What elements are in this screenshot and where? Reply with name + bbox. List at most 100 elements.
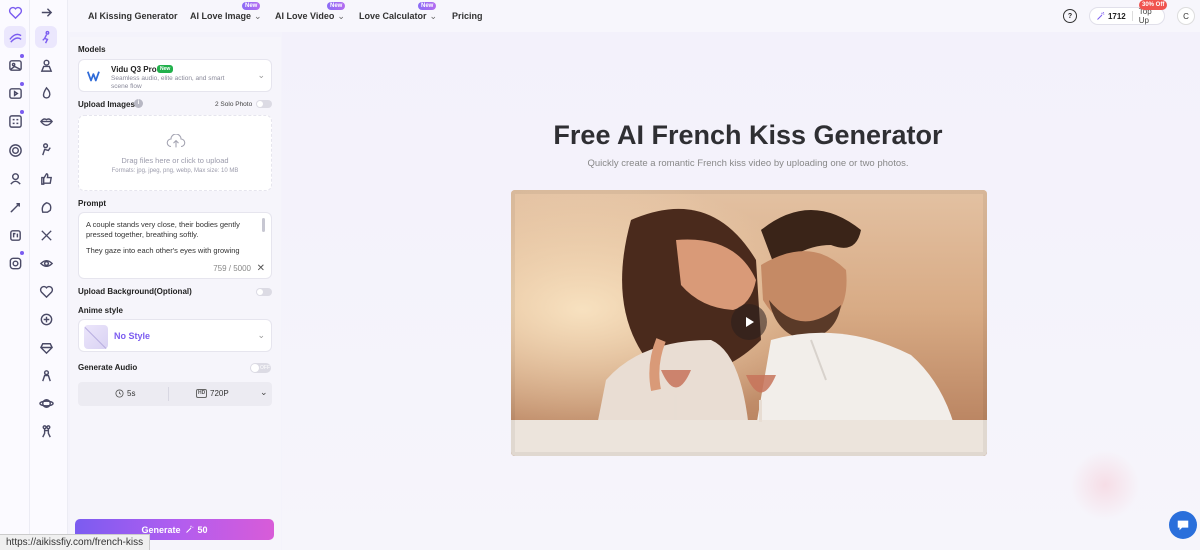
avatar[interactable]: C (1177, 7, 1195, 25)
chat-icon (1177, 520, 1189, 531)
group-tool-icon[interactable] (35, 364, 57, 386)
no-style-thumbnail (84, 325, 108, 349)
model-select[interactable]: Vidu Q3 Pro New Seamless audio, elite ac… (78, 59, 272, 92)
generator-panel: Models Vidu Q3 Pro New Seamless audio, e… (70, 37, 281, 550)
nav-love-calculator[interactable]: Love Calculator ⌄ (359, 11, 437, 22)
divider (168, 387, 169, 401)
prompt-textarea[interactable]: A couple stands very close, their bodies… (78, 212, 272, 279)
chevron-down-icon: ⌄ (257, 70, 265, 80)
vidu-logo-icon (87, 71, 100, 82)
ribbon-tool-icon[interactable] (35, 224, 57, 246)
play-icon (746, 317, 754, 327)
hug-tool-icon[interactable] (35, 138, 57, 160)
model-name: Vidu Q3 Pro (111, 65, 157, 74)
hd-icon: HD (196, 389, 208, 398)
prompt-text: A couple stands very close, their bodies… (86, 220, 262, 256)
anime-style-value: No Style (114, 331, 151, 341)
solo-photo-label: 2 Solo Photo (215, 101, 253, 108)
heart-tool-icon[interactable] (35, 280, 57, 302)
magic-wand-icon (185, 525, 193, 533)
resolution-select[interactable]: 720P (210, 389, 229, 398)
dance-tool-icon[interactable] (35, 308, 57, 330)
discount-badge: 30% Off (1139, 0, 1168, 10)
chevron-down-icon: ⌄ (429, 11, 438, 21)
chevron-down-icon[interactable]: ⌄ (260, 387, 268, 398)
new-badge: New (418, 2, 437, 10)
nav-ai-love-image[interactable]: AI Love Image ⌄ (190, 11, 262, 22)
upload-hint: Drag files here or click to upload (121, 156, 229, 165)
thumbs-up-tool-icon[interactable] (35, 167, 57, 189)
gem-tool-icon[interactable] (35, 336, 57, 358)
rocket-icon[interactable] (4, 196, 26, 218)
secondary-sidebar (30, 0, 68, 550)
models-label: Models (78, 45, 106, 54)
target-icon[interactable] (4, 139, 26, 161)
divider (1131, 11, 1133, 21)
primary-sidebar (0, 0, 30, 550)
generate-audio-toggle[interactable]: OFF (250, 363, 271, 373)
chat-support-button[interactable] (1169, 511, 1197, 539)
chevron-down-icon: ⌄ (337, 11, 345, 21)
sample-video[interactable] (511, 190, 987, 456)
main-content: Free AI French Kiss Generator Quickly cr… (282, 32, 1200, 550)
new-dot (20, 82, 24, 86)
head-tool-icon[interactable] (35, 196, 57, 218)
upload-background-label: Upload Background(Optional) (78, 287, 192, 296)
new-dot (20, 110, 24, 114)
upload-images-label: Upload Images (78, 100, 135, 109)
new-dot (20, 54, 24, 58)
upload-dropzone[interactable]: Drag files here or click to upload Forma… (78, 115, 272, 191)
arrow-right-icon[interactable] (35, 1, 57, 23)
prompt-scrollbar[interactable] (262, 218, 265, 232)
instagram-icon[interactable] (4, 252, 26, 274)
eye-tool-icon[interactable] (35, 252, 57, 274)
video-options: 5s HD 720P ⌄ (78, 382, 272, 406)
ai-chip-icon[interactable] (4, 224, 26, 246)
prompt-line: A couple stands very close, their bodies… (86, 220, 240, 239)
chevron-down-icon: ⌄ (257, 330, 265, 340)
help-circle-icon[interactable]: ? (1063, 9, 1077, 23)
new-dot (20, 251, 24, 255)
magic-wand-icon (1097, 11, 1105, 20)
model-new-badge: New (157, 65, 174, 73)
page-title: Free AI French Kiss Generator (553, 120, 943, 150)
couple-tool-icon[interactable] (35, 54, 57, 76)
prompt-char-count: 759 / 5000 (213, 264, 251, 273)
status-url: https://aikissfiy.com/french-kiss (0, 534, 151, 550)
anime-style-label: Anime style (78, 306, 123, 315)
prompt-label: Prompt (78, 199, 106, 208)
credit-count: 1712 (1107, 11, 1126, 21)
nav-ai-love-video[interactable]: AI Love Video ⌄ (275, 11, 345, 22)
flame-tool-icon[interactable] (35, 82, 57, 104)
page-subtitle: Quickly create a romantic French kiss vi… (587, 158, 909, 169)
kiss-category-icon[interactable] (4, 26, 26, 48)
new-badge: New (242, 2, 261, 10)
prompt-line: They gaze into each other's eyes with gr… (86, 246, 240, 255)
top-navigation: AI Kissing Generator AI Love Image ⌄ New … (68, 0, 1200, 32)
clear-icon[interactable]: ✕ (257, 263, 265, 274)
generate-label: Generate (141, 524, 181, 535)
duration-select[interactable]: 5s (127, 389, 135, 398)
chevron-down-icon: ⌄ (254, 11, 262, 21)
info-icon[interactable]: i (134, 99, 143, 108)
toggle-state-text: OFF (260, 365, 270, 371)
solo-photo-toggle[interactable] (256, 100, 272, 108)
new-badge: New (327, 2, 346, 10)
dancers-tool-icon[interactable] (35, 420, 57, 442)
generate-cost: 50 (197, 524, 208, 535)
cloud-upload-icon (166, 134, 186, 148)
model-description: Seamless audio, elite action, and smart … (111, 75, 225, 90)
nav-ai-kissing-generator[interactable]: AI Kissing Generator (88, 11, 178, 21)
planet-tool-icon[interactable] (35, 392, 57, 414)
nav-pricing[interactable]: Pricing (452, 11, 483, 21)
lips-tool-icon[interactable] (35, 110, 57, 132)
play-button[interactable] (731, 304, 767, 340)
upload-formats: Formats: jpg, jpeg, png, webp, Max size:… (111, 168, 239, 174)
clock-icon (115, 389, 124, 398)
face-icon[interactable] (4, 167, 26, 189)
french-kiss-tool-icon[interactable] (35, 26, 57, 48)
anime-style-select[interactable]: No Style ⌄ (78, 319, 272, 352)
generate-audio-label: Generate Audio (78, 363, 138, 372)
upload-background-toggle[interactable] (256, 288, 272, 296)
heart-logo-icon[interactable] (4, 1, 26, 23)
